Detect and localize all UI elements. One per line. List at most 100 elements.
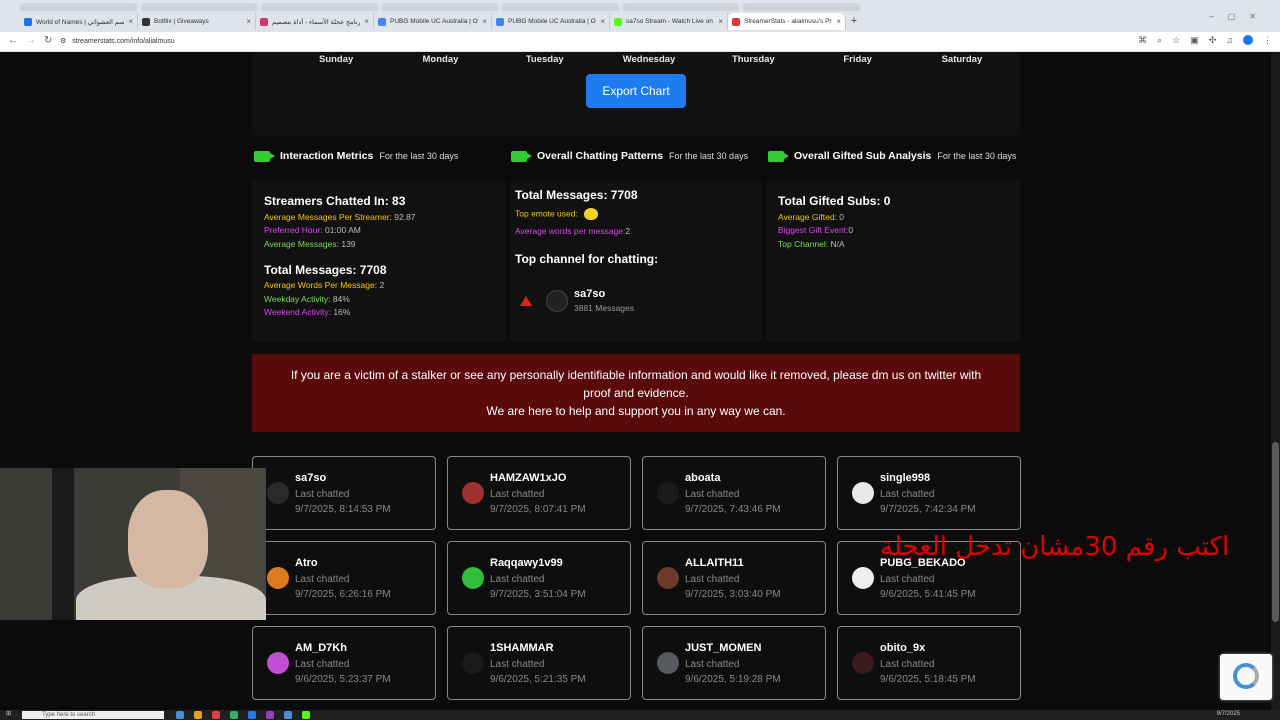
background-tab[interactable]	[381, 3, 499, 11]
app-icon[interactable]	[230, 711, 238, 719]
avg-words-row: Average words per message:2	[515, 226, 757, 236]
bookmark-star-icon[interactable]: ☆	[1172, 35, 1180, 46]
forward-icon[interactable]: →	[26, 35, 36, 46]
app-icon[interactable]	[302, 711, 310, 719]
media-icon[interactable]: ♫	[1226, 35, 1233, 46]
taskbar-icons	[176, 711, 310, 719]
browser-tab[interactable]: sa7so Stream - Watch Live on K ×	[610, 13, 728, 30]
tab-title: StreamerStats - alialmusu's Prof	[744, 18, 833, 25]
metric-value: 16%	[333, 307, 351, 317]
channel-name: JUST_MOMEN	[685, 642, 762, 654]
channel-card[interactable]: JUST_MOMEN Last chatted 9/6/2025, 5:19:28 …	[642, 626, 826, 700]
channel-card[interactable]: sa7so Last chatted 9/7/2025, 8:14:53 PM	[252, 456, 436, 530]
background-tab-row	[0, 3, 861, 13]
section-subtitle: For the last 30 days	[669, 151, 749, 161]
background-tab[interactable]	[502, 3, 619, 11]
reload-icon[interactable]: ↻	[44, 35, 52, 46]
last-chatted-label: Last chatted	[880, 574, 935, 585]
app-icon[interactable]	[266, 711, 274, 719]
browser-tab[interactable]: PUBG Mobile UC Australia | Off ×	[492, 13, 610, 30]
metric-value: 84%	[332, 293, 350, 304]
avg-per-streamer-row: Average Messages Per Streamer: 92.87	[264, 212, 494, 222]
export-chart-button[interactable]: Export Chart	[586, 74, 686, 108]
section-title: Overall Chatting Patterns	[537, 150, 664, 162]
app-icon[interactable]	[194, 711, 202, 719]
emote-icon	[583, 208, 598, 220]
channel-name: obito_9x	[880, 642, 926, 654]
site-info-icon[interactable]: ⚙	[60, 35, 66, 49]
close-tab-icon[interactable]: ×	[600, 17, 605, 26]
channel-card[interactable]: Atro Last chatted 9/7/2025, 6:26:16 PM	[252, 541, 436, 615]
close-tab-icon[interactable]: ×	[836, 17, 841, 26]
weekday-label: Tuesday	[525, 54, 564, 65]
last-chatted-date: 9/7/2025, 7:43:46 PM	[685, 504, 781, 515]
app-icon[interactable]	[176, 711, 184, 719]
back-icon[interactable]: ←	[8, 35, 18, 46]
app-icon[interactable]	[284, 711, 292, 719]
background-tab[interactable]	[140, 3, 258, 11]
avatar	[852, 482, 874, 504]
tab-title: PUBG Mobile UC Australia | Off	[390, 18, 479, 25]
browser-tab[interactable]: PUBG Mobile UC Australia | Off ×	[374, 13, 492, 30]
close-tab-icon[interactable]: ×	[718, 17, 723, 26]
channel-card[interactable]: aboata Last chatted 9/7/2025, 7:43:46 PM	[642, 456, 826, 530]
close-tab-icon[interactable]: ×	[246, 17, 251, 26]
scrollbar-thumb[interactable]	[1272, 442, 1279, 622]
channel-card[interactable]: HAMZAW1xJO Last chatted 9/7/2025, 8:07:41 …	[447, 456, 631, 530]
extension-icon[interactable]: ▣	[1190, 35, 1199, 46]
section-subtitle: For the last 30 days	[937, 151, 1017, 161]
app-icon[interactable]	[212, 711, 220, 719]
recaptcha-badge[interactable]	[1220, 654, 1272, 700]
top-channel[interactable]: sa7so 3881 Messages	[520, 288, 634, 313]
channel-card[interactable]: obito_9x Last chatted 9/6/2025, 5:18:45 PM	[837, 626, 1021, 700]
background-tab[interactable]	[261, 3, 378, 11]
avatar	[657, 652, 679, 674]
profile-avatar[interactable]	[1243, 35, 1253, 45]
avatar	[657, 482, 679, 504]
channel-card[interactable]: ALLAITH11 Last chatted 9/7/2025, 3:03:40 P…	[642, 541, 826, 615]
weekday-label: Wednesday	[622, 54, 676, 65]
avatar	[267, 567, 289, 589]
browser-tab[interactable]: World of Names | اسم العشوائي ×	[20, 13, 138, 30]
app-icon[interactable]	[248, 711, 256, 719]
metric-value: 2	[379, 280, 385, 290]
avatar	[657, 567, 679, 589]
taskbar-search[interactable]: Type here to search	[22, 711, 164, 719]
channel-name: 1SHAMMAR	[490, 642, 554, 654]
gifted-sub-panel: Total Gifted Subs: 0 Average Gifted: 0 B…	[766, 180, 1020, 342]
extensions-puzzle-icon[interactable]: ✣	[1209, 35, 1217, 46]
close-tab-icon[interactable]: ×	[128, 17, 133, 26]
channel-card[interactable]: AM_D7Kh Last chatted 9/6/2025, 5:23:37 PM	[252, 626, 436, 700]
browser-tab[interactable]: برنامج عجلة الأسماء - أداة بتصميم ×	[256, 13, 374, 30]
channel-card[interactable]: single998 Last chatted 9/7/2025, 7:42:34 P…	[837, 456, 1021, 530]
last-chatted-label: Last chatted	[490, 489, 545, 500]
channel-card[interactable]: Raqqawy1v99 Last chatted 9/7/2025, 3:51:04…	[447, 541, 631, 615]
toolbar-icons: ⌘ ⌕ ☆ ▣ ✣ ♫ ⋮	[1138, 35, 1272, 46]
address-bar[interactable]: ⚙ streamerstats.com/info/alialmusu	[60, 35, 1120, 49]
windows-start-icon[interactable]: ⊞	[6, 710, 11, 717]
channel-name: AM_D7Kh	[295, 642, 347, 654]
menu-icon[interactable]: ⋮	[1263, 35, 1272, 46]
browser-tab[interactable]: Botflix | Giveaways ×	[138, 13, 256, 30]
new-tab-button[interactable]: +	[846, 13, 862, 30]
channel-name: HAMZAW1xJO	[490, 472, 567, 484]
weekday-label: Friday	[843, 54, 872, 65]
metric-label: Average Messages Per Streamer:	[264, 211, 392, 222]
close-tab-icon[interactable]: ×	[482, 17, 487, 26]
channel-card[interactable]: 1SHAMMAR Last chatted 9/6/2025, 5:21:35 PM	[447, 626, 631, 700]
close-tab-icon[interactable]: ×	[364, 17, 369, 26]
background-tab[interactable]	[20, 3, 137, 11]
scrollbar[interactable]	[1271, 52, 1280, 710]
avg-words-row: Average Words Per Message: 2	[264, 280, 494, 290]
zoom-icon[interactable]: ⌕	[1157, 35, 1162, 46]
browser-tab[interactable]: StreamerStats - alialmusu's Prof ×	[728, 13, 846, 30]
background-tab[interactable]	[743, 3, 861, 11]
browser-toolbar: ← → ↻ ⚙ streamerstats.com/info/alialmusu…	[0, 32, 1280, 52]
translate-icon[interactable]: ⌘	[1138, 35, 1147, 46]
background-tab[interactable]	[622, 3, 740, 11]
metric-label: Preferred Hour:	[264, 225, 323, 235]
window-controls[interactable]: –▢✕	[1209, 12, 1270, 21]
weekday-label: Monday	[422, 54, 459, 65]
metric-label: Top emote used:	[515, 208, 578, 219]
streamers-chatted: Streamers Chatted In: 83	[264, 194, 406, 208]
